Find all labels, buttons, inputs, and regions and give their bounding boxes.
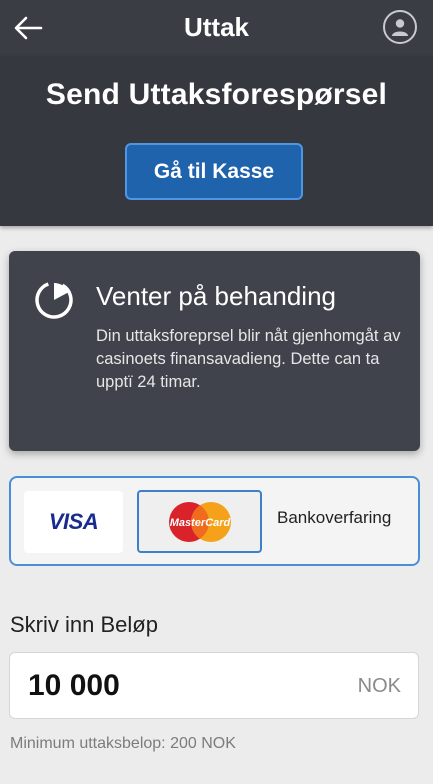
pending-status-card: Venter på behanding Din uttaksforeprsel … — [9, 251, 420, 451]
user-circle-icon — [392, 19, 408, 36]
status-message: Din uttaksforeprsel blir nåt gjenhomgåt … — [96, 327, 401, 391]
top-bar: Uttak — [0, 0, 433, 56]
visa-logo: VISA — [48, 509, 99, 534]
hero-heading: Send Uttaksforespørsel — [45, 78, 388, 111]
amount-field[interactable]: NOK — [9, 652, 419, 719]
svg-text:MasterCard: MasterCard — [169, 517, 230, 529]
go-to-cashier-button[interactable]: Gå til Kasse — [125, 143, 303, 200]
status-title: Venter på behanding — [96, 281, 336, 311]
minimum-amount-note: Minimum uttaksbelop: 200 NOK — [10, 735, 236, 752]
mastercard-logo: MasterCard — [168, 501, 231, 542]
currency-label: NOK — [357, 675, 401, 697]
payment-method-selector: VISA MasterCard Bankoverfaring — [9, 476, 420, 566]
payment-option-visa[interactable]: VISA — [24, 491, 123, 553]
page-title: Uttak — [183, 12, 249, 42]
spinner-icon — [35, 281, 73, 319]
payment-option-mastercard[interactable]: MasterCard — [137, 490, 262, 553]
withdraw-hero: Send Uttaksforespørsel Gå til Kasse — [0, 56, 433, 226]
amount-label: Skriv inn Beløp — [10, 612, 158, 637]
profile-button[interactable] — [383, 10, 417, 44]
amount-input[interactable] — [28, 663, 328, 709]
payment-option-bank-transfer[interactable]: Bankoverfaring — [277, 508, 391, 528]
